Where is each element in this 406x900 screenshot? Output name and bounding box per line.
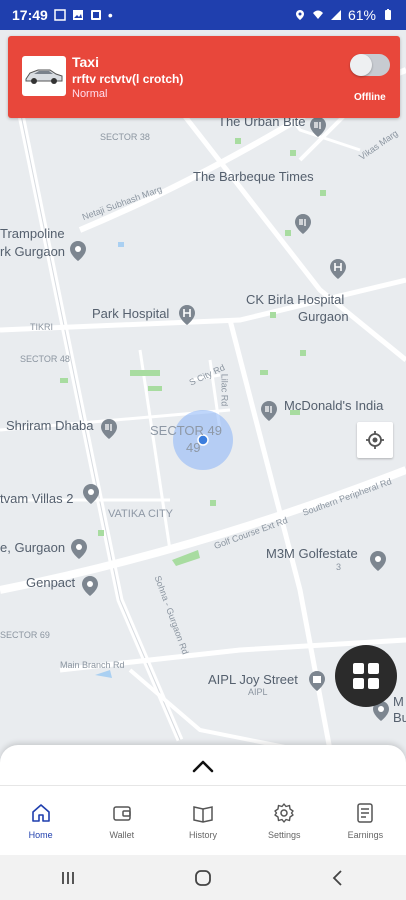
map-label-vatika: VATIKA CITY <box>108 508 173 520</box>
tab-wallet-label: Wallet <box>109 830 135 840</box>
vehicle-image <box>22 56 66 96</box>
place-pin-icon[interactable] <box>67 240 89 262</box>
hospital-pin-icon[interactable] <box>327 258 349 280</box>
recent-apps-icon[interactable] <box>58 868 78 888</box>
wifi-icon <box>312 10 323 19</box>
tab-history[interactable]: History <box>162 786 243 856</box>
map-label-trampoline: Trampoline <box>0 226 65 241</box>
hospital-pin-icon[interactable] <box>176 304 198 326</box>
tab-earnings[interactable]: Earnings <box>325 786 406 856</box>
map-label-sector49: SECTOR 49 <box>150 423 223 438</box>
map-roads <box>0 49 406 750</box>
driver-status-card: Taxi rrftv rctvtv(l crotch) Normal Offli… <box>8 36 400 118</box>
status-time: 17:49 <box>12 7 48 23</box>
map-label-sector38: SECTOR 38 <box>100 132 150 142</box>
tab-history-label: History <box>189 830 218 840</box>
map-label-main-branch: Main Branch Rd <box>60 660 125 670</box>
menu-grid-button[interactable] <box>335 645 397 707</box>
system-nav-bar <box>0 855 406 900</box>
battery-icon <box>385 9 391 20</box>
settings-icon <box>274 803 294 823</box>
tab-settings[interactable]: Settings <box>244 786 325 856</box>
map-label-bu: Bu <box>393 710 406 725</box>
map-label-mcdonalds: McDonald's India <box>284 398 384 413</box>
restaurant-pin-icon[interactable] <box>258 400 280 422</box>
restaurant-pin-icon[interactable] <box>307 116 329 138</box>
wallet-icon <box>113 806 131 821</box>
map-label-tvam: tvam Villas 2 <box>0 491 74 506</box>
online-toggle[interactable] <box>350 54 390 76</box>
tab-earnings-label: Earnings <box>347 830 384 840</box>
home-nav-icon[interactable] <box>193 868 213 888</box>
place-pin-icon[interactable] <box>79 575 101 597</box>
map-label-tikri: TIKRI <box>30 322 54 332</box>
history-icon <box>193 806 213 823</box>
driver-name: rrftv rctvtv(l crotch) <box>72 72 184 86</box>
place-pin-icon[interactable] <box>68 538 90 560</box>
tab-wallet[interactable]: Wallet <box>81 786 162 856</box>
map-label-aipl-small: AIPL <box>248 687 268 697</box>
back-icon[interactable] <box>328 868 348 888</box>
grid-icon <box>353 663 379 689</box>
map-label-m: M <box>393 694 404 709</box>
cell-signal-icon <box>330 10 341 20</box>
chevron-up-icon[interactable] <box>189 753 217 781</box>
map-label-genpact: Genpact <box>26 575 76 590</box>
location-icon <box>295 10 304 20</box>
place-pin-icon[interactable] <box>80 483 102 505</box>
map-label-sector48: SECTOR 48 <box>20 354 70 364</box>
app-notification-icon <box>90 10 101 20</box>
more-dot-icon: • <box>107 7 113 23</box>
battery-level: 61% <box>347 7 376 23</box>
home-icon <box>31 804 50 822</box>
shopping-pin-icon[interactable] <box>306 670 328 692</box>
bottom-sheet: Home Wallet History Settings Earnings <box>0 745 406 855</box>
tab-home[interactable]: Home <box>0 786 81 856</box>
toggle-knob <box>350 54 372 76</box>
place-pin-icon[interactable] <box>367 550 389 572</box>
map-label-sector69: SECTOR 69 <box>0 630 50 640</box>
car-icon <box>25 69 63 84</box>
map-view[interactable]: SECTOR 38 The Urban Bite The Barbeque Ti… <box>0 30 406 750</box>
bottom-tab-bar: Home Wallet History Settings Earnings <box>0 785 406 856</box>
map-label-gurgaon: Gurgaon <box>298 309 349 324</box>
signal-indicator-icon <box>54 9 66 21</box>
map-label-park-gurgaon: rk Gurgaon <box>0 244 66 259</box>
map-label-m3m: M3M Golfestate <box>266 546 358 561</box>
my-location-button[interactable] <box>357 422 393 458</box>
map-label-e-gurgaon: e, Gurgaon <box>0 540 66 555</box>
map-label-shriram: Shriram Dhaba <box>6 418 94 433</box>
gallery-notification-icon <box>72 10 83 20</box>
online-status-label: Offline <box>354 92 386 103</box>
map-label-lilac-rd: Lilac Rd <box>219 373 230 407</box>
restaurant-pin-icon[interactable] <box>98 418 120 440</box>
crosshair-icon <box>366 431 384 449</box>
map-label-ckbirla: CK Birla Hospital <box>246 292 345 307</box>
map-label-barbeque: The Barbeque Times <box>193 169 314 184</box>
vehicle-type: Taxi <box>72 54 99 70</box>
tab-home-label: Home <box>28 830 53 840</box>
map-label-park-hospital: Park Hospital <box>92 306 170 321</box>
map-label-three: 3 <box>336 562 342 572</box>
vehicle-category: Normal <box>72 88 108 100</box>
map-label-aipl: AIPL Joy Street <box>208 672 298 687</box>
status-bar: 17:49 • 61% <box>0 0 406 30</box>
restaurant-pin-icon[interactable] <box>292 213 314 235</box>
tab-settings-label: Settings <box>267 830 301 840</box>
map-label-sector49b: 49 <box>186 440 201 455</box>
earnings-icon <box>357 803 374 823</box>
